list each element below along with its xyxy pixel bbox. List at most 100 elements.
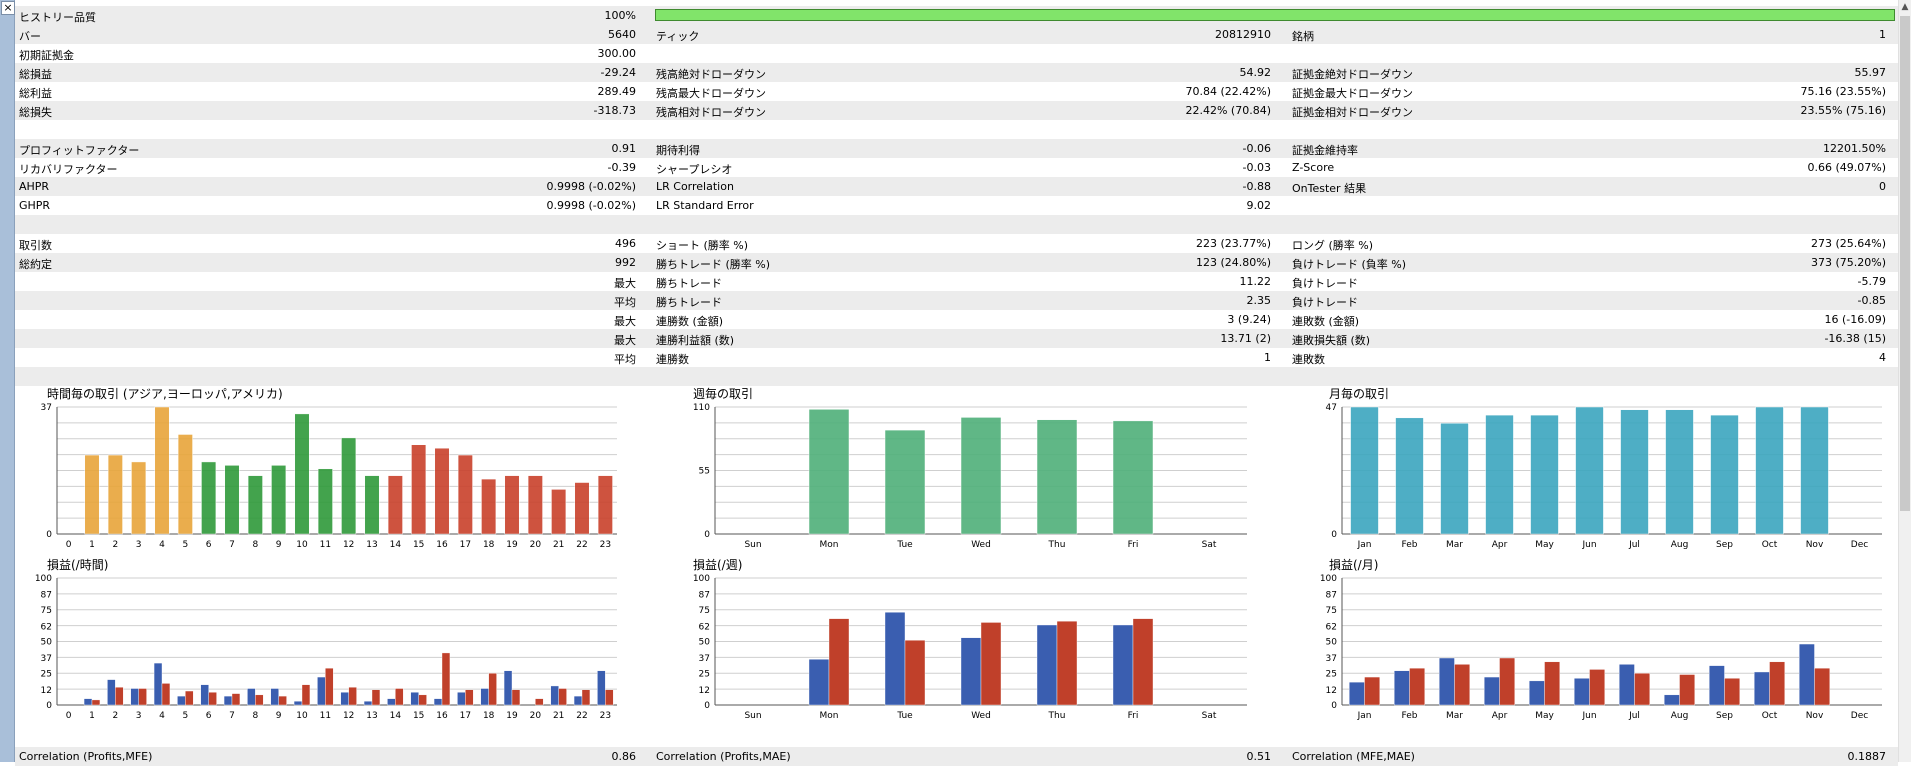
x-tick-label: Jan	[1357, 540, 1372, 550]
bar	[558, 688, 567, 706]
stat-value: 5640	[608, 28, 636, 41]
y-tick-label: 75	[41, 606, 52, 616]
x-tick-label: 9	[276, 711, 282, 721]
x-tick-label: 5	[182, 540, 188, 550]
x-tick-label: 6	[206, 711, 212, 721]
vertical-scrollbar[interactable]: ▲	[1898, 0, 1911, 762]
chart-3: 1008775625037251200 1 2 3 4 5 6 7 8 9 10 11 12 13 14 15…	[35, 574, 617, 721]
stat-label: 勝ちトレード (勝率 %)	[656, 258, 771, 271]
x-tick-label: Sat	[1202, 540, 1217, 550]
stat-value: 75.16 (23.55%)	[1800, 85, 1886, 98]
stat-label: GHPR	[19, 199, 51, 212]
x-tick-label: 15	[413, 711, 424, 721]
stat-value: -0.85	[1857, 294, 1886, 307]
x-tick-label: 12	[343, 711, 354, 721]
stat-label: 連敗損失額 (数)	[1292, 334, 1371, 347]
bar	[1665, 409, 1694, 535]
bar	[201, 461, 217, 535]
bar	[348, 687, 357, 706]
bar	[115, 687, 124, 706]
x-tick-label: Thu	[1048, 711, 1066, 721]
stat-value: -16.38 (15)	[1824, 332, 1886, 345]
stat-label: 証拠金維持率	[1292, 144, 1358, 157]
bar	[1663, 694, 1680, 706]
stat-value: 496	[615, 237, 636, 250]
bar	[808, 659, 830, 706]
x-tick-label: 11	[320, 540, 331, 550]
chart-4: 100 87 75 62 50 37 25 12 0 Sun Mon Tue Wed Thu Fri Sat	[693, 574, 1247, 721]
bar	[1753, 671, 1770, 706]
y-tick-label: 50	[699, 638, 711, 648]
stat-label: 連勝利益額 (数)	[656, 334, 735, 347]
y-tick-label: 62	[1326, 622, 1337, 632]
x-tick-label: 15	[413, 540, 424, 550]
spacer-row	[15, 215, 1898, 234]
stat-value: 2.35	[1246, 294, 1272, 307]
bar	[317, 676, 326, 706]
bar	[511, 689, 521, 706]
stat-row: 総損益 -29.24 残高絶対ドローダウン 54.92 証拠金絶対ドローダウン 55.97	[15, 63, 1898, 82]
bar	[1132, 618, 1154, 706]
x-tick-label: 17	[460, 711, 471, 721]
stat-value: 最大	[614, 334, 636, 347]
scroll-thumb[interactable]	[1900, 16, 1910, 511]
x-tick-label: 18	[483, 540, 495, 550]
x-tick-label: 21	[553, 540, 564, 550]
spacer-row	[15, 367, 1898, 386]
close-icon[interactable]: ×	[1, 1, 15, 15]
bar	[1589, 669, 1606, 706]
bar	[574, 482, 590, 535]
stat-row: リカバリファクター -0.39 シャープレシオ -0.03 Z-Score 0.66 (4…	[15, 158, 1898, 177]
bar	[153, 662, 163, 706]
y-tick-label: 12	[1326, 686, 1337, 696]
stat-label: 総損失	[19, 106, 52, 119]
scroll-up-icon[interactable]: ▲	[1899, 0, 1911, 14]
bar	[1112, 624, 1134, 706]
correlation-value-3: 0.1887	[1847, 750, 1887, 763]
bar	[1755, 406, 1784, 535]
stat-label: 証拠金最大ドローダウン	[1292, 87, 1413, 100]
chart-2: 47 0 Jan Feb Mar Apr May Jun Jul Aug Sep Oct Nov Dec	[1326, 403, 1882, 550]
chart-title: 週毎の取引	[693, 387, 754, 401]
bar	[1393, 670, 1410, 706]
y-tick-label: 100	[1320, 574, 1337, 584]
stat-value: 992	[615, 256, 636, 269]
x-tick-label: Feb	[1402, 540, 1418, 550]
chart-title: 時間毎の取引 (アジア,ヨーロッパ,アメリカ)	[47, 387, 283, 401]
stat-value: 273 (25.64%)	[1810, 237, 1886, 250]
bar	[1438, 657, 1455, 706]
y-tick-label: 110	[693, 403, 710, 413]
bar	[1364, 676, 1381, 706]
stat-value: -0.88	[1242, 180, 1271, 193]
stat-label: 証拠金絶対ドローダウン	[1292, 68, 1413, 81]
x-tick-label: 19	[506, 540, 518, 550]
x-tick-label: 7	[229, 711, 235, 721]
x-tick-label: Nov	[1806, 711, 1824, 721]
x-tick-label: 12	[343, 540, 354, 550]
bar	[270, 688, 279, 706]
stat-value: 9.02	[1246, 199, 1272, 212]
bar	[84, 454, 100, 535]
bar	[411, 444, 427, 535]
bar	[481, 478, 497, 535]
stat-value: 最大	[614, 277, 636, 290]
x-tick-label: 20	[530, 540, 542, 550]
bar	[1620, 409, 1649, 535]
stat-value: 平均	[614, 353, 636, 366]
chart-title: 月毎の取引	[1329, 387, 1390, 401]
bar	[808, 409, 850, 535]
x-tick-label: Thu	[1048, 540, 1066, 550]
bar	[387, 698, 396, 706]
stat-label: 負けトレード	[1292, 296, 1358, 309]
bar	[1112, 420, 1154, 535]
x-tick-label: Aug	[1671, 540, 1689, 550]
x-tick-label: Feb	[1402, 711, 1418, 721]
stat-label: 負けトレード	[1292, 277, 1358, 290]
left-panel-strip: ×	[0, 0, 15, 762]
bar	[1798, 643, 1815, 706]
bar	[884, 429, 926, 535]
bar	[1409, 667, 1426, 706]
bar	[1036, 624, 1058, 706]
stat-label: LR Standard Error	[656, 199, 754, 212]
x-tick-label: 19	[506, 711, 518, 721]
